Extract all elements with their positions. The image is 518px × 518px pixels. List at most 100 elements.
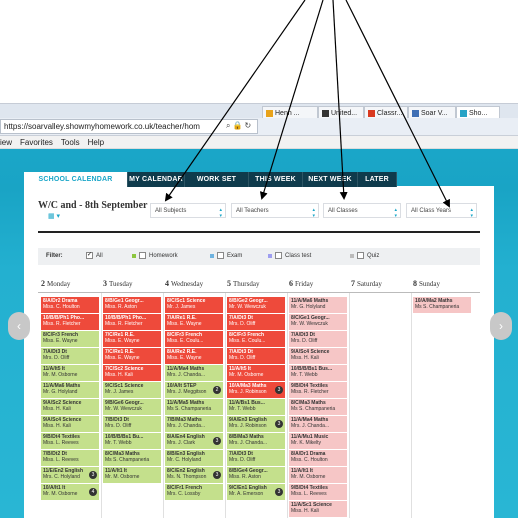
lesson-card[interactable]: 10/B/B/Ph1 Pho... Miss. R. Fletcher <box>103 314 161 330</box>
checkbox[interactable] <box>275 252 282 259</box>
lesson-card[interactable]: 11/A/It5 It Mr. M. Osborne <box>227 365 285 381</box>
lesson-card[interactable]: 9/C/Sc1 Science Mr. J. James <box>103 382 161 398</box>
lesson-card[interactable]: 8/C/Fr3 French Miss. E. Coulu... <box>227 331 285 347</box>
lesson-card[interactable]: 8/C/Ge1 Geogr... Mr. W. Wewczuk <box>289 314 347 330</box>
next-week-arrow[interactable]: › <box>490 312 512 340</box>
lesson-card[interactable]: 8/A/En4 English Mrs. J. Clark 3 <box>165 433 223 449</box>
lesson-card[interactable]: 9/A/Sc4 Science Miss. H. Kali <box>41 416 99 432</box>
lesson-card[interactable]: 10/A/Ma2 Maths Ms S. Champaneria <box>413 297 471 313</box>
lesson-card[interactable]: 8/A/Re2 R.E. Miss. E. Wayne <box>165 348 223 364</box>
menu-view[interactable]: iew <box>0 138 12 147</box>
week-label: W/C and - 8th September <box>38 200 148 211</box>
lesson-card[interactable]: 7/B/Dt2 Dt Miss. L. Reeves <box>41 450 99 466</box>
lesson-card[interactable]: 10/A/It1 It Mr. M. Osborne 4 <box>41 484 99 500</box>
lesson-card[interactable]: 7/B/Dt3 Dt Mrs. D. Oliff <box>103 416 161 432</box>
lesson-card[interactable]: 8/C/Fr3 French Miss. E. Wayne <box>41 331 99 347</box>
lesson-card[interactable]: 9/B/Ge6 Geogr... Mr. W. Wewczuk <box>103 399 161 415</box>
tab-next-week[interactable]: NEXT WEEK <box>303 172 358 187</box>
chevron-updown-icon: ▴ ▾ <box>394 207 397 219</box>
filter-all[interactable]: ✓ All <box>86 252 103 259</box>
lesson-card[interactable]: 8/B/Ma3 Maths Mrs. J. Chanda... <box>227 433 285 449</box>
lesson-card[interactable]: 8/B/Ge1 Geogr... Miss. R. Aston <box>103 297 161 313</box>
lesson-card[interactable]: 8/B/Ge4 Geogr... Miss. R. Aston <box>227 467 285 483</box>
lesson-card[interactable]: 8/A/Dr1 Drama Miss. C. Houlton <box>289 450 347 466</box>
lesson-card[interactable]: 7/C/Re1 R.E. Miss. E. Wayne <box>103 331 161 347</box>
tab-my-calendar[interactable]: MY CALENDAR <box>128 172 185 187</box>
lesson-card[interactable]: 8/C/Fr1 French Mrs. C. Lossby <box>165 484 223 500</box>
lesson-card[interactable]: 9/C/En1 English Mr. A. Emerson 3 <box>227 484 285 500</box>
lesson-card[interactable]: 8/C/Fr3 French Miss. E. Coulu... <box>165 331 223 347</box>
address-field[interactable]: https://soarvalley.showmyhomework.co.uk/… <box>0 119 258 134</box>
lesson-card[interactable]: 8/C/Ma3 Maths Ms S. Champaneria <box>289 399 347 415</box>
tab-later[interactable]: LATER <box>358 172 397 187</box>
lesson-card[interactable]: 9/A/Sc2 Science Miss. H. Kali <box>41 399 99 415</box>
prev-week-arrow[interactable]: ‹ <box>8 312 30 340</box>
menu-favorites[interactable]: Favorites <box>20 138 53 147</box>
classes-dropdown[interactable]: All Classes ▴ ▾ <box>323 203 401 219</box>
lesson-card[interactable]: 11/A/Ma6 Maths Mr. G. Holyland <box>289 297 347 313</box>
lesson-card[interactable]: 7/C/Sc2 Science Miss. H. Kali <box>103 365 161 381</box>
lesson-card[interactable]: 7/A/Dt3 Dt Mrs. D. Oliff <box>227 450 285 466</box>
filter-homework[interactable]: Homework <box>132 252 178 259</box>
lesson-card[interactable]: 9/A/En3 English Mrs. J. Robinson 3 <box>227 416 285 432</box>
lesson-card[interactable]: 8/B/Ge2 Geogr... Mr. W. Wewczuk <box>227 297 285 313</box>
lesson-teacher: Mr. C. Holyland <box>167 457 202 463</box>
lesson-card[interactable]: 8/B/En3 English Mr. C. Holyland <box>165 450 223 466</box>
lesson-card[interactable]: 11/A/Sc1 Science Miss. H. Kali <box>289 501 347 517</box>
lesson-card[interactable]: 9/B/Dt4 Textiles Miss. L. Reeves <box>41 433 99 449</box>
lesson-card[interactable]: 8/C/En2 English Ms. N. Thompson 3 <box>165 467 223 483</box>
class-years-dropdown[interactable]: All Class Years ▴ ▾ <box>406 203 477 219</box>
lesson-card[interactable]: 7/A/Dt3 Dt Mrs. D. Oliff <box>41 348 99 364</box>
lesson-card[interactable]: 11/A/Mu1 Music Mr. K. Mikelty <box>289 433 347 449</box>
lesson-card[interactable]: 11/A/Ma4 Maths Mrs. J. Chanda... <box>289 416 347 432</box>
lesson-card[interactable]: 8/C/Ma3 Maths Ms S. Champaneria <box>103 450 161 466</box>
lesson-card[interactable]: 11/A/It1 It Mr. M. Osborne <box>289 467 347 483</box>
tab-this-week[interactable]: THIS WEEK <box>249 172 303 187</box>
menu-tools[interactable]: Tools <box>61 138 80 147</box>
lesson-card[interactable]: 10/A/It STEP Mrs. J. Meggitson 2 <box>165 382 223 398</box>
checkbox-checked[interactable]: ✓ <box>86 252 93 259</box>
lesson-card[interactable]: 9/A/Sc4 Science Miss. H. Kali <box>289 348 347 364</box>
lesson-card[interactable]: 11/A/It5 It Mr. M. Osborne <box>41 365 99 381</box>
menu-help[interactable]: Help <box>88 138 104 147</box>
checkbox[interactable] <box>357 252 364 259</box>
lesson-card[interactable]: 9/B/Dt4 Textiles Miss. L. Reeves <box>289 484 347 500</box>
lesson-card[interactable]: 7/C/Re1 R.E. Miss. E. Wayne <box>103 348 161 364</box>
lesson-card[interactable]: 10/A/Ma3 Maths Mrs. J. Robinson 3 <box>227 382 285 398</box>
lesson-card[interactable]: 11/A/Ma4 Maths Mrs. J. Chanda... <box>165 365 223 381</box>
refresh-icon[interactable]: ↻ <box>244 121 253 130</box>
lesson-card[interactable]: 7/A/Dt3 Dt Mrs. D. Oliff <box>227 348 285 364</box>
subjects-dropdown[interactable]: All Subjects ▴ ▾ <box>150 203 226 219</box>
filter-class-test[interactable]: Class test <box>268 252 311 259</box>
lesson-card[interactable]: 7/A/Re1 R.E. Miss. E. Wayne <box>165 314 223 330</box>
class-test-swatch <box>268 253 272 258</box>
checkbox[interactable] <box>217 252 224 259</box>
address-tools[interactable]: ⌕🔒↻ <box>226 121 253 131</box>
url-text: https://soarvalley.showmyhomework.co.uk/… <box>4 122 200 131</box>
tab-work-set[interactable]: WORK SET <box>185 172 249 187</box>
lesson-card[interactable]: 11/A/It1 It Mr. M. Osborne <box>103 467 161 483</box>
lesson-card[interactable]: 7/B/Ma3 Maths Mrs. J. Chanda... <box>165 416 223 432</box>
lesson-card[interactable]: 8/C/Sc1 Science Mr. J. James <box>165 297 223 313</box>
lesson-teacher: Ms S. Champaneria <box>415 304 460 310</box>
lesson-card[interactable]: 7/A/Dt3 Dt Mrs. D. Oliff <box>227 314 285 330</box>
lesson-card[interactable]: 9/B/Dt4 Textiles Miss. R. Fletcher <box>289 382 347 398</box>
lesson-card[interactable]: 10/B/B/Bs1 Bu... Mr. T. Webb <box>103 433 161 449</box>
tab-school-calendar[interactable]: SCHOOL CALENDAR <box>24 172 128 187</box>
lesson-teacher: Miss. L. Reeves <box>43 457 79 463</box>
lesson-card[interactable]: 10/B/B/Bs1 Bus... Mr. T. Webb <box>289 365 347 381</box>
checkbox[interactable] <box>139 252 146 259</box>
filter-exam[interactable]: Exam <box>210 252 242 259</box>
lesson-teacher: Miss. E. Coulu... <box>229 338 266 344</box>
teachers-dropdown[interactable]: All Teachers ▴ ▾ <box>231 203 319 219</box>
lesson-card[interactable]: 10/B/B/Ph1 Pho... Miss. R. Fletcher <box>41 314 99 330</box>
lesson-card[interactable]: 7/A/Dt3 Dt Mrs. D. Oliff <box>289 331 347 347</box>
filter-quiz[interactable]: Quiz <box>350 252 379 259</box>
lesson-card[interactable]: 8/A/Dr2 Drama Miss. C. Houlton <box>41 297 99 313</box>
lesson-card[interactable]: 11/A/Ma5 Maths Ms S. Champaneria <box>165 399 223 415</box>
lesson-teacher: Mr. M. Osborne <box>105 474 140 480</box>
lesson-card[interactable]: 11/E/En2 English Mrs. C. Holyland 3 <box>41 467 99 483</box>
lesson-card[interactable]: 11/A/Bs1 Bus... Mr. T. Webb <box>227 399 285 415</box>
calendar-icon[interactable]: ▦ ▾ <box>48 212 60 220</box>
lesson-card[interactable]: 11/A/Ma6 Maths Mr. G. Holyland <box>41 382 99 398</box>
